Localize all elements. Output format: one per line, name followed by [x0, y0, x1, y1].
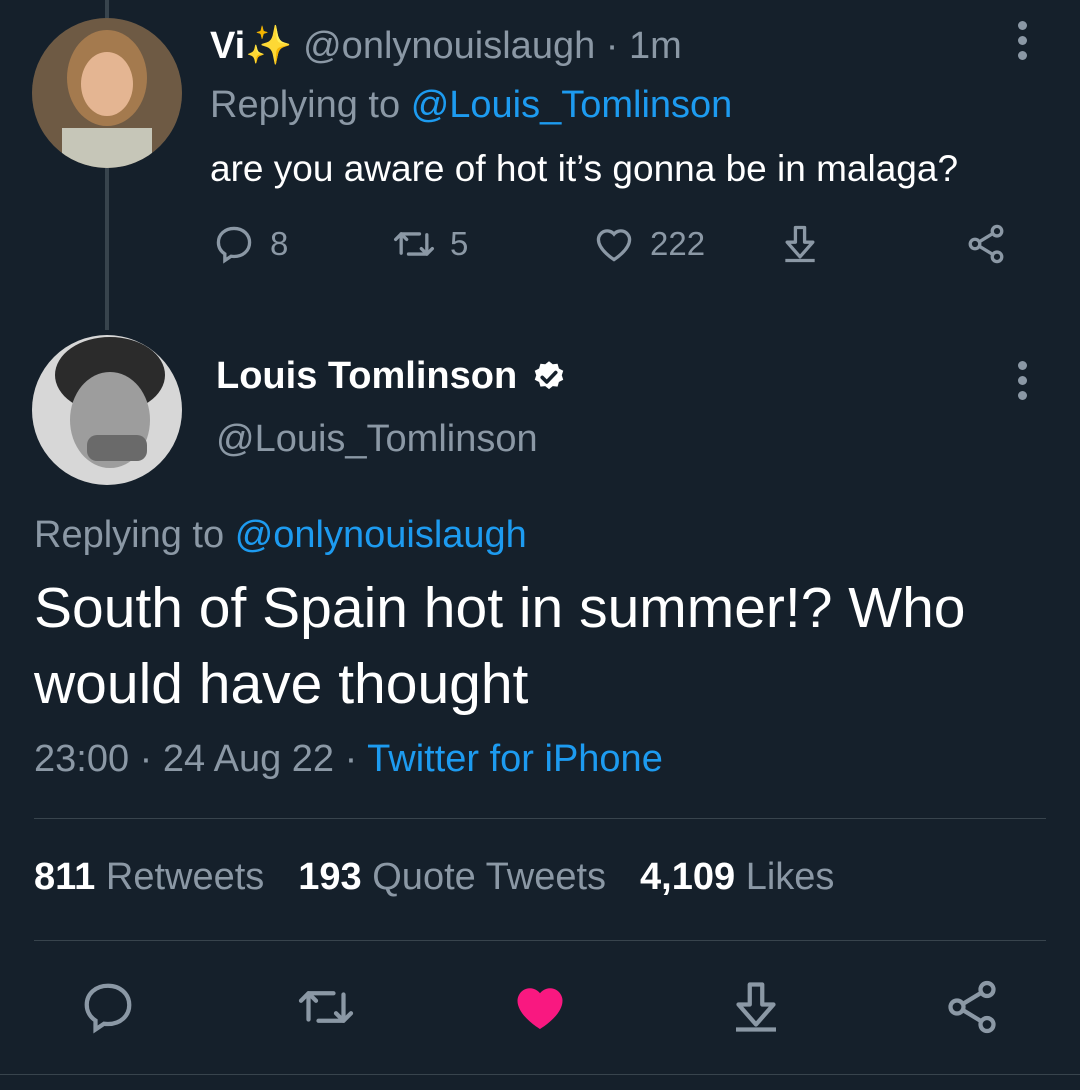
separator: · [605, 25, 619, 67]
tweet-header: Vi✨ @onlynouislaugh · 1m [210, 24, 682, 68]
source-link[interactable]: Twitter for iPhone [367, 738, 663, 780]
download-button[interactable] [778, 222, 822, 266]
likes-count: 4,109 [640, 856, 736, 898]
replying-to: Replying to @Louis_Tomlinson [210, 84, 732, 127]
retweet-count: 5 [450, 225, 469, 262]
retweets-stat[interactable]: 811 Retweets [34, 856, 264, 899]
download-icon [785, 225, 815, 263]
mention-link[interactable]: @onlynouislaugh [235, 514, 527, 556]
quotes-label: Quote Tweets [372, 856, 607, 898]
handle[interactable]: @onlynouislaugh [303, 25, 595, 67]
reply-icon [84, 983, 132, 1034]
display-name: Louis Tomlinson [216, 355, 518, 397]
handle[interactable]: @Louis_Tomlinson [216, 418, 538, 461]
divider [34, 818, 1046, 819]
download-icon [736, 982, 776, 1032]
retweet-button[interactable] [296, 975, 356, 1039]
tweet-time[interactable]: 23:00 [34, 738, 129, 780]
author-name[interactable]: Louis Tomlinson [216, 355, 567, 398]
quotes-stat[interactable]: 193 Quote Tweets [298, 856, 606, 899]
share-button[interactable] [964, 222, 1008, 266]
replying-prefix: Replying to [34, 514, 225, 556]
avatar[interactable] [32, 18, 182, 168]
display-name[interactable]: Vi [210, 25, 245, 67]
reply-button[interactable] [78, 975, 138, 1039]
reply-icon [216, 226, 252, 264]
verified-badge-icon [534, 360, 564, 389]
replying-to: Replying to @onlynouislaugh [34, 514, 527, 557]
reply-button[interactable]: 8 [212, 222, 288, 266]
tweet-text: are you aware of hot it’s gonna be in ma… [210, 148, 959, 189]
retweet-icon [298, 991, 354, 1023]
tweet-meta: 23:00 · 24 Aug 22 · Twitter for iPhone [34, 738, 663, 781]
like-button[interactable]: 222 [592, 222, 705, 266]
likes-label: Likes [745, 856, 835, 898]
tweet-text: South of Spain hot in summer!? Who would… [34, 576, 966, 716]
avatar[interactable] [32, 335, 182, 485]
reply-count: 8 [270, 225, 289, 262]
like-count: 222 [650, 225, 706, 262]
retweets-count: 811 [34, 856, 96, 898]
replying-prefix: Replying to [210, 84, 401, 126]
divider [34, 940, 1046, 941]
tweet-date[interactable]: 24 Aug 22 [163, 738, 334, 780]
more-icon[interactable] [1002, 10, 1042, 70]
more-icon[interactable] [1002, 350, 1042, 410]
main-tweet-actions [0, 975, 1080, 1045]
separator: · [139, 738, 153, 780]
like-button[interactable] [510, 975, 570, 1039]
quotes-count: 193 [298, 856, 362, 898]
share-icon [968, 224, 1004, 264]
retweet-icon [394, 232, 434, 256]
tweet-actions: 8 5 222 [212, 222, 1032, 272]
retweet-button[interactable]: 5 [392, 222, 468, 266]
mention-link[interactable]: @Louis_Tomlinson [411, 84, 733, 126]
share-icon [948, 980, 996, 1034]
tweet-stats: 811 Retweets 193 Quote Tweets 4,109 Like… [34, 856, 834, 899]
timestamp[interactable]: 1m [629, 25, 682, 67]
likes-stat[interactable]: 4,109 Likes [640, 856, 834, 899]
share-button[interactable] [942, 975, 1002, 1039]
heart-icon [596, 229, 632, 262]
separator: · [344, 738, 358, 780]
heart-icon [517, 988, 563, 1029]
divider [0, 1074, 1080, 1075]
download-button[interactable] [726, 975, 786, 1039]
sparkles-icon: ✨ [245, 25, 293, 67]
retweets-label: Retweets [105, 856, 265, 898]
